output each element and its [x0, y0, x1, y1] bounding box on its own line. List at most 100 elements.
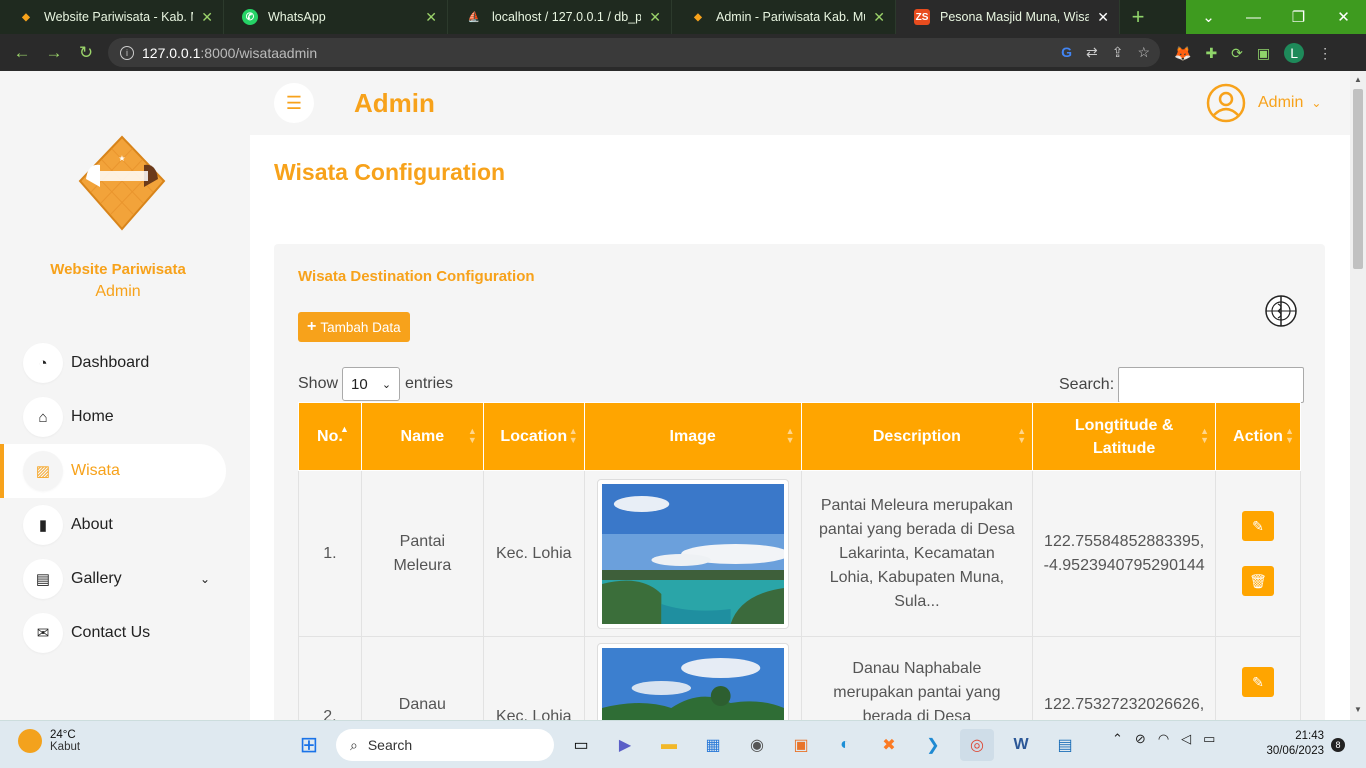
chrome-icon[interactable]: ◎ — [960, 729, 994, 761]
notification-badge[interactable]: 8 — [1331, 738, 1345, 752]
taskbar-search[interactable]: ⌕ Search — [336, 729, 554, 761]
translate-icon[interactable]: ⇄ — [1086, 44, 1098, 61]
sidepanel-icon[interactable]: ▣ — [1257, 45, 1270, 62]
notepad-icon[interactable]: ▤ — [1048, 729, 1082, 761]
column-header-action[interactable]: Action ▲ ▼ — [1215, 402, 1301, 471]
search-input[interactable] — [1118, 367, 1305, 403]
column-header-name[interactable]: Name ▲ ▼ — [360, 402, 484, 471]
sidebar-item-gallery[interactable]: ▤ Gallery ⌄ — [0, 552, 250, 606]
wifi-icon[interactable]: ◠ — [1158, 731, 1169, 747]
tab-label: WhatsApp — [268, 10, 326, 24]
pencil-icon: ✎ — [1252, 674, 1264, 690]
edit-button[interactable]: ✎ — [1242, 667, 1275, 697]
site-info-icon[interactable]: i — [120, 45, 134, 60]
teams-icon[interactable]: ▶ — [608, 729, 642, 761]
share-icon[interactable]: ⇪ — [1112, 44, 1124, 61]
profile-avatar[interactable]: L — [1284, 43, 1305, 63]
cell-action: ✎ — [1215, 636, 1301, 720]
new-tab-button[interactable]: + — [1120, 0, 1156, 34]
add-data-button[interactable]: + Tambah Data — [298, 312, 410, 342]
browser-tab-active[interactable]: ZS Pesona Masjid Muna, Wisata ✕ — [896, 0, 1120, 34]
add-data-label: Tambah Data — [320, 319, 401, 335]
user-menu[interactable]: Admin ⌄ — [1206, 83, 1321, 123]
sidebar-item-home[interactable]: ⌂ Home — [0, 390, 250, 444]
clock-date: 30/06/2023 — [1266, 745, 1324, 757]
lake-photo — [601, 648, 784, 720]
browser-tab[interactable]: ◆ Admin - Pariwisata Kab. Muna ✕ — [672, 0, 896, 34]
browser-tab[interactable]: ◆ Website Pariwisata - Kab. Muna ✕ — [0, 0, 224, 34]
minimize-button[interactable]: — — [1231, 0, 1276, 34]
sidebar-item-dashboard[interactable]: ◔ Dashboard — [0, 336, 250, 390]
tab-search-button[interactable]: ⌄ — [1186, 0, 1231, 34]
sort-icon: ▲ ▼ — [467, 426, 477, 445]
thumbnail-frame — [596, 478, 790, 629]
battery-icon[interactable]: ▭ — [1203, 731, 1215, 747]
address-bar[interactable]: i 127.0.0.1:8000/wisataadmin G ⇄ ⇪ ☆ — [108, 38, 1160, 67]
cell-name: Danau — [360, 636, 484, 720]
column-header-coords[interactable]: Longtitude & Latitude ▲ ▼ — [1032, 402, 1217, 471]
page-scrollbar[interactable]: ▲ ▼ — [1350, 71, 1366, 720]
camera-icon[interactable]: ◉ — [740, 729, 774, 761]
web-page: ★ Website Pariwisata Admin ◔ Dashboard ⌂… — [0, 71, 1350, 720]
search-placeholder: Search — [367, 737, 413, 753]
windows-start-icon[interactable]: ⊞ — [292, 729, 326, 761]
edge-icon[interactable]: ◐ — [828, 729, 862, 761]
column-header-image[interactable]: Image ▲ ▼ — [583, 402, 802, 471]
media-player-icon[interactable]: ▣ — [784, 729, 818, 761]
back-icon[interactable]: ← — [6, 43, 38, 63]
sidebar-item-contact[interactable]: ✉ Contact Us — [0, 606, 250, 660]
google-icon[interactable]: G — [1061, 44, 1072, 61]
column-label: No. — [317, 427, 343, 445]
close-icon[interactable]: ✕ — [425, 9, 437, 26]
file-explorer-icon[interactable]: ▬ — [652, 729, 686, 761]
reload-icon[interactable]: ↻ — [70, 43, 102, 63]
delete-button[interactable]: 🗑 — [1242, 566, 1275, 596]
hamburger-menu-icon[interactable]: ☰ — [274, 83, 314, 123]
chevron-up-icon[interactable]: ⌃ — [1112, 731, 1123, 747]
edit-button[interactable]: ✎ — [1242, 511, 1275, 541]
column-header-description[interactable]: Description ▲ ▼ — [800, 402, 1034, 471]
xampp-icon[interactable]: ✖ — [872, 729, 906, 761]
store-icon[interactable]: ▦ — [696, 729, 730, 761]
cell-name: Pantai Meleura — [360, 470, 484, 637]
sync-icon[interactable]: ⟳ — [1231, 45, 1243, 62]
metamask-icon[interactable]: 🦊 — [1174, 45, 1191, 62]
table-row: 2. Danau Kec. Lohia Danau Naphabale meru… — [298, 636, 1301, 720]
close-window-button[interactable]: ✕ — [1321, 0, 1366, 34]
taskbar-apps: ⊞ ⌕ Search ▭ ▶ ▬ ▦ ◉ ▣ ◐ ✖ ❯ ◎ W ▤ — [292, 729, 1082, 761]
browser-tab[interactable]: ✆ WhatsApp ✕ — [224, 0, 448, 34]
network-warning-icon[interactable]: ⊘ — [1135, 731, 1146, 747]
pencil-icon: ✎ — [1252, 518, 1264, 534]
column-header-location[interactable]: Location ▲ ▼ — [482, 402, 585, 471]
scrollbar-thumb[interactable] — [1353, 89, 1363, 269]
close-icon[interactable]: ✕ — [1097, 9, 1109, 26]
close-icon[interactable]: ✕ — [201, 9, 213, 26]
column-header-no[interactable]: No. ▲ — [298, 402, 362, 471]
bookmark-star-icon[interactable]: ☆ — [1137, 44, 1150, 61]
weather-widget[interactable]: 24°C Kabut — [18, 729, 80, 753]
brand-title: Website Pariwisata — [50, 261, 186, 278]
volume-icon[interactable]: ◁ — [1181, 731, 1191, 747]
sidebar-item-about[interactable]: ▮ About — [0, 498, 250, 552]
forward-icon[interactable]: → — [38, 43, 70, 63]
card-title: Wisata Destination Configuration — [298, 268, 535, 285]
task-view-icon[interactable]: ▭ — [564, 729, 598, 761]
close-icon[interactable]: ✕ — [649, 9, 661, 26]
window-controls: ⌄ — ❐ ✕ — [1186, 0, 1366, 34]
word-icon[interactable]: W — [1004, 729, 1038, 761]
browser-tab[interactable]: ⛵ localhost / 127.0.0.1 / db_pariwisata … — [448, 0, 672, 34]
phpmyadmin-icon: ⛵ — [467, 11, 481, 23]
scroll-up-icon[interactable]: ▲ — [1354, 75, 1362, 84]
scroll-down-icon[interactable]: ▼ — [1354, 705, 1362, 714]
restore-button[interactable]: ❐ — [1276, 0, 1321, 34]
vscode-icon[interactable]: ❯ — [916, 729, 950, 761]
sidebar-item-wisata[interactable]: ▨ Wisata — [0, 444, 226, 498]
cell-location: Kec. Lohia — [482, 636, 585, 720]
system-clock[interactable]: 21:43 30/06/2023 — [1254, 729, 1324, 759]
search-icon: ⌕ — [350, 736, 358, 753]
extensions-puzzle-icon[interactable]: ✚ — [1205, 45, 1217, 62]
close-icon[interactable]: ✕ — [873, 9, 885, 26]
table-search: Search: — [1059, 367, 1305, 403]
menu-kebab-icon[interactable]: ⋮ — [1318, 45, 1332, 62]
entries-select[interactable]: 10 ⌄ — [342, 367, 401, 401]
